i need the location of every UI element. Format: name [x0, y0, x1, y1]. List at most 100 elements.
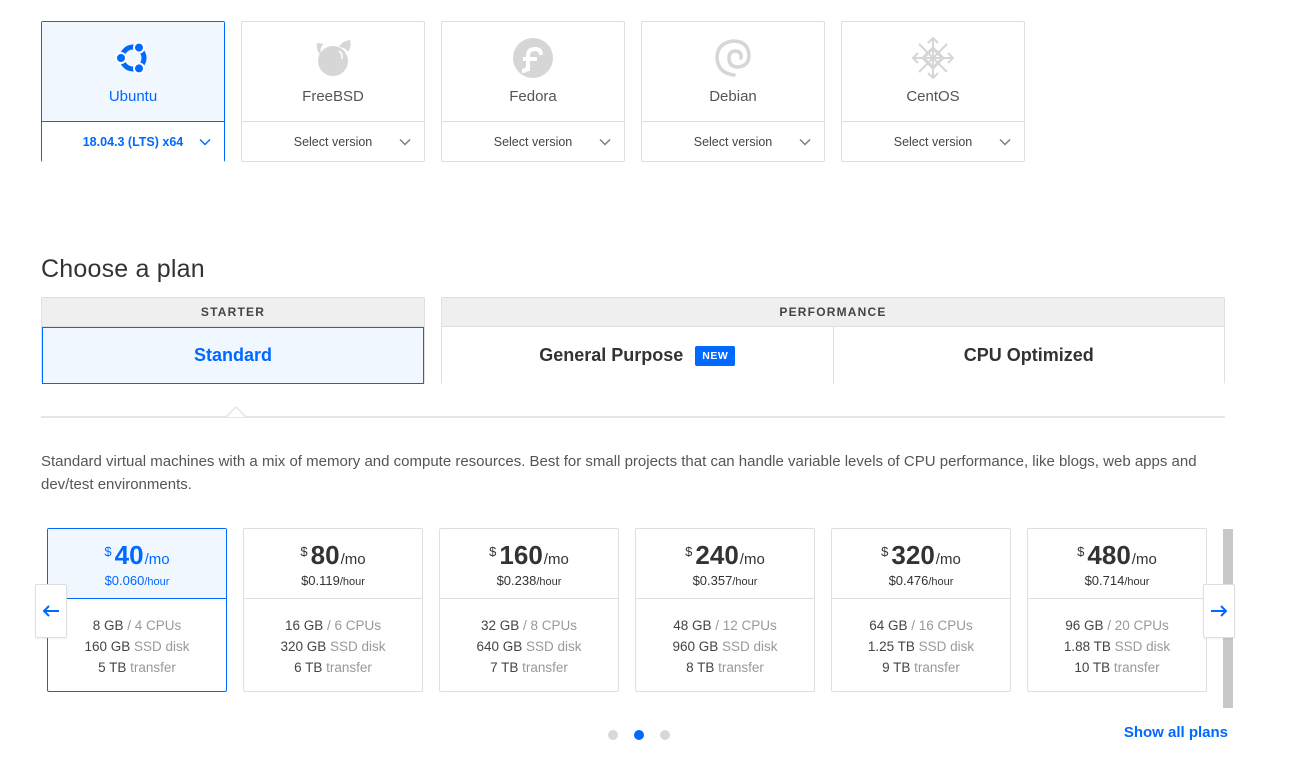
disk-label: SSD disk: [1114, 639, 1171, 654]
distro-card-debian[interactable]: Debian Select version: [641, 21, 825, 162]
disk-spec: 320 GB SSD disk: [244, 636, 422, 657]
chevron-down-icon: [399, 139, 411, 146]
pagination-dot[interactable]: [608, 730, 618, 740]
currency-symbol: $: [300, 543, 308, 559]
arrow-left-icon: [42, 605, 59, 617]
distro-name: Ubuntu: [108, 88, 158, 105]
version-select[interactable]: Select version: [642, 121, 824, 162]
disk-label: SSD disk: [134, 639, 190, 654]
currency-symbol: $: [104, 543, 112, 559]
memory-value: 32 GB: [480, 618, 520, 633]
memory-value: 96 GB: [1065, 618, 1104, 633]
version-value: Select version: [493, 135, 573, 149]
distro-card-ubuntu[interactable]: Ubuntu 18.04.3 (LTS) x64: [41, 21, 225, 162]
transfer-label: transfer: [326, 660, 372, 675]
transfer-value: 8 TB: [686, 660, 715, 675]
monthly-price: 80: [310, 539, 340, 570]
cpu-value: / 16 CPUs: [911, 618, 973, 633]
disk-value: 960 GB: [672, 639, 719, 654]
transfer-value: 5 TB: [98, 660, 127, 675]
hourly-price: $0.060: [104, 572, 145, 588]
currency-symbol: $: [685, 543, 693, 559]
plan-card[interactable]: $320/mo $0.476/hour 64 GB / 16 CPUs 1.25 TB…: [831, 528, 1011, 692]
pagination-dot[interactable]: [634, 730, 644, 740]
monthly-price: 40: [114, 539, 144, 570]
carousel-next-button[interactable]: [1203, 584, 1235, 638]
freebsd-icon: [311, 36, 355, 80]
transfer-label: transfer: [130, 660, 176, 675]
per-month-label: /mo: [543, 550, 569, 568]
plan-card[interactable]: $80/mo $0.119/hour 16 GB / 6 CPUs 320 GB SS…: [243, 528, 423, 692]
distro-card-freebsd[interactable]: FreeBSD Select version: [241, 21, 425, 162]
carousel-pagination: [608, 730, 670, 740]
cpu-value: / 6 CPUs: [327, 618, 382, 633]
transfer-spec: 6 TB transfer: [244, 657, 422, 678]
per-hour-label: /hour: [928, 575, 954, 588]
monthly-price: 160: [499, 539, 543, 570]
disk-spec: 1.88 TB SSD disk: [1028, 636, 1206, 657]
per-hour-label: /hour: [1124, 575, 1150, 588]
distro-name: FreeBSD: [302, 88, 364, 105]
plan-card[interactable]: $160/mo $0.238/hour 32 GB / 8 CPUs 640 GB S…: [439, 528, 619, 692]
transfer-spec: 8 TB transfer: [636, 657, 814, 678]
new-badge: NEW: [695, 345, 736, 366]
cpu-value: / 8 CPUs: [523, 618, 578, 633]
cpu-value: / 12 CPUs: [715, 618, 777, 633]
active-tab-pointer: [225, 406, 247, 417]
per-month-label: /mo: [1131, 550, 1157, 568]
transfer-spec: 9 TB transfer: [832, 657, 1010, 678]
monthly-price: 240: [695, 539, 739, 570]
tab-standard[interactable]: Standard: [42, 327, 424, 384]
distro-name: CentOS: [906, 88, 960, 105]
debian-icon: [711, 36, 755, 80]
chevron-down-icon: [799, 139, 811, 146]
plan-card[interactable]: $240/mo $0.357/hour 48 GB / 12 CPUs 960 GB …: [635, 528, 815, 692]
version-select[interactable]: Select version: [442, 121, 624, 162]
per-month-label: /mo: [739, 550, 765, 568]
per-hour-label: /hour: [339, 575, 365, 588]
plan-card[interactable]: $480/mo $0.714/hour 96 GB / 20 CPUs 1.88 TB…: [1027, 528, 1207, 692]
version-select[interactable]: 18.04.3 (LTS) x64: [42, 121, 224, 162]
disk-value: 320 GB: [280, 639, 327, 654]
transfer-value: 6 TB: [294, 660, 323, 675]
memory-value: 8 GB: [92, 618, 124, 633]
transfer-value: 7 TB: [490, 660, 519, 675]
disk-value: 1.25 TB: [867, 639, 915, 654]
pagination-dot[interactable]: [660, 730, 670, 740]
starter-tab-group: STARTER Standard: [41, 297, 425, 384]
monthly-price: 480: [1087, 539, 1131, 570]
per-hour-label: /hour: [732, 575, 758, 588]
distro-card-centos[interactable]: CentOS Select version: [841, 21, 1025, 162]
transfer-label: transfer: [718, 660, 764, 675]
monthly-price: 320: [891, 539, 935, 570]
disk-value: 1.88 TB: [1063, 639, 1111, 654]
memory-value: 16 GB: [284, 618, 324, 633]
chevron-down-icon: [599, 139, 611, 146]
tab-cpu-optimized[interactable]: CPU Optimized: [832, 327, 1224, 384]
disk-spec: 1.25 TB SSD disk: [832, 636, 1010, 657]
currency-symbol: $: [1077, 543, 1085, 559]
version-select[interactable]: Select version: [242, 121, 424, 162]
currency-symbol: $: [489, 543, 497, 559]
per-month-label: /mo: [340, 550, 366, 568]
plan-card[interactable]: $40/mo $0.060/hour 8 GB / 4 CPUs 160 GB SSD…: [47, 528, 227, 692]
tab-label: General Purpose: [539, 345, 684, 365]
hourly-price: $0.357: [692, 572, 733, 588]
memory-spec: 64 GB / 16 CPUs: [832, 615, 1010, 636]
disk-label: SSD disk: [330, 639, 386, 654]
show-all-plans-link[interactable]: Show all plans: [1124, 724, 1228, 741]
version-select[interactable]: Select version: [842, 121, 1024, 162]
divider: [41, 416, 1225, 418]
distro-card-fedora[interactable]: Fedora Select version: [441, 21, 625, 162]
transfer-label: transfer: [1113, 660, 1160, 675]
memory-spec: 16 GB / 6 CPUs: [244, 615, 422, 636]
tab-general-purpose[interactable]: General Purpose NEW: [442, 327, 833, 384]
carousel-prev-button[interactable]: [35, 584, 67, 638]
disk-spec: 160 GB SSD disk: [48, 636, 226, 657]
transfer-value: 10 TB: [1074, 660, 1111, 675]
hourly-price: $0.238: [496, 572, 537, 588]
transfer-spec: 10 TB transfer: [1028, 657, 1206, 678]
chevron-down-icon: [999, 139, 1011, 146]
transfer-spec: 5 TB transfer: [48, 657, 226, 678]
currency-symbol: $: [881, 543, 889, 559]
